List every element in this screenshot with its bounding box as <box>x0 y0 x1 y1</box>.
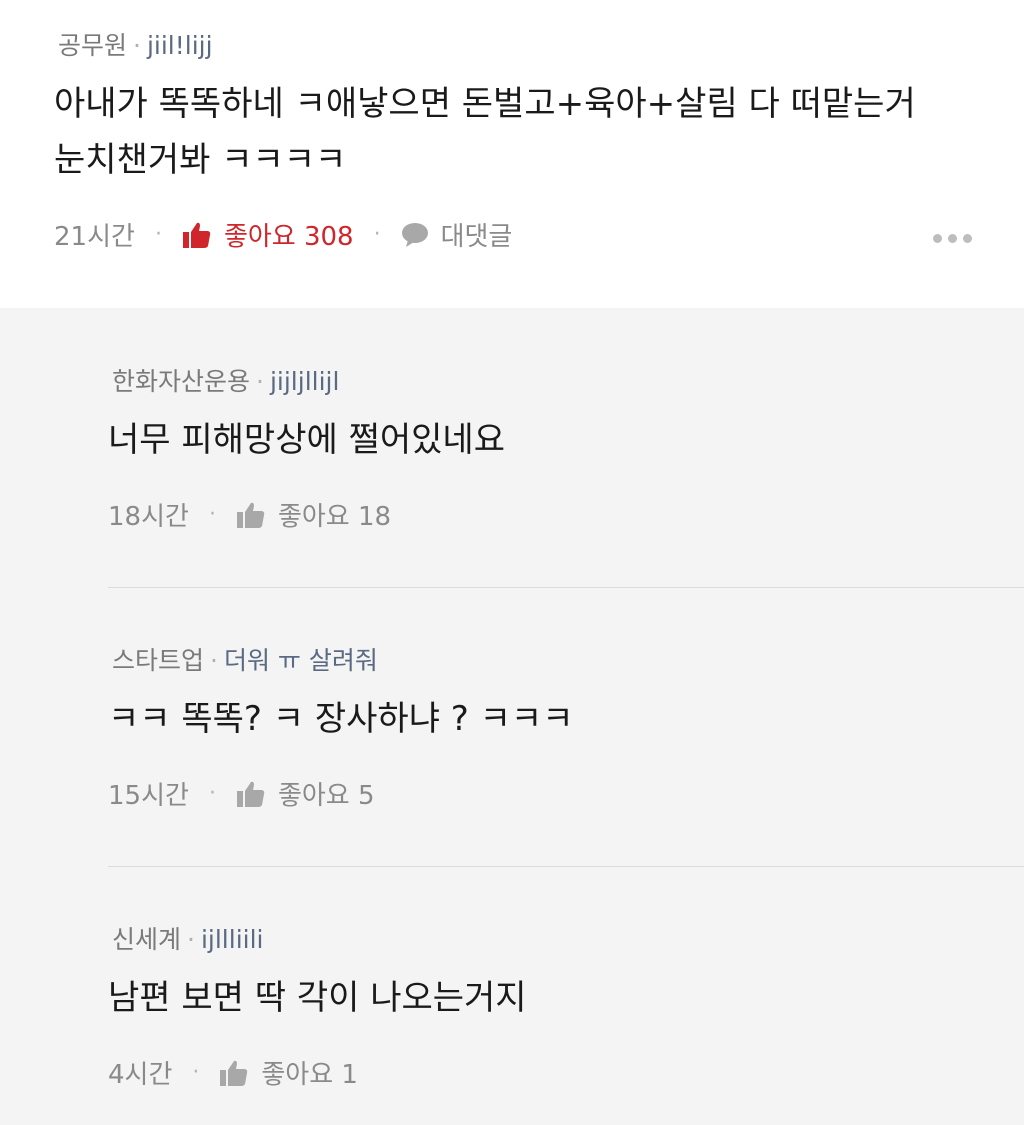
thumbs-up-icon <box>220 1060 248 1086</box>
comment-actions: 21시간 · 좋아요 308 · 대댓글 <box>54 216 512 253</box>
comment-text-line-1: 아내가 똑똑하네 ㅋ애낳으면 돈벌고+육아+살림 다 떠맡는거 <box>54 84 916 124</box>
thumbs-up-icon <box>182 222 211 248</box>
top-comment: 공무원 · jiil!lijj 아내가 똑똑하네 ㅋ애낳으면 돈벌고+육아+살림 다… <box>0 0 1024 308</box>
like-count: 좋아요 1 <box>261 1060 358 1090</box>
divider <box>108 866 1024 867</box>
reply-label: 대댓글 <box>440 222 513 252</box>
comment-actions: 18시간 · 좋아요 18 <box>108 496 391 533</box>
comment-actions: 15시간 · 좋아요 5 <box>108 775 375 812</box>
comment-time: 21시간 <box>54 222 135 252</box>
action-separator: · <box>373 222 381 247</box>
comment-text: 아내가 똑똑하네 ㅋ애낳으면 돈벌고+육아+살림 다 떠맡는거 눈치챈거봐 ㅋㅋ… <box>54 76 916 188</box>
more-dot <box>948 234 957 243</box>
action-separator: · <box>208 781 216 806</box>
comment-text: 너무 피해망상에 쩔어있네요 <box>108 420 505 460</box>
thumbs-up-icon <box>236 781 265 807</box>
like-count: 좋아요 5 <box>277 781 375 811</box>
comment-meta: 신세계 · ijllliili <box>112 920 263 956</box>
meta-separator: · <box>256 367 264 396</box>
company-name: 스타트업 <box>112 646 205 675</box>
comment-time: 4시간 <box>108 1060 173 1090</box>
like-button[interactable]: 좋아요 18 <box>236 496 391 533</box>
comment-text-line-2: 눈치챈거봐 ㅋㅋㅋㅋ <box>54 140 347 180</box>
speech-bubble-icon <box>401 222 428 247</box>
more-options-button[interactable] <box>933 234 972 243</box>
more-horizontal-icon <box>933 234 942 243</box>
reply-button[interactable]: 대댓글 <box>401 216 513 253</box>
nickname[interactable]: ijllliili <box>201 925 264 954</box>
like-count: 좋아요 308 <box>223 222 354 252</box>
comment-text: 남편 보면 딱 각이 나오는거지 <box>108 978 527 1018</box>
company-name: 신세계 <box>112 925 182 954</box>
nickname[interactable]: 더워 ㅠ 살려줘 <box>224 646 378 675</box>
comment-meta: 한화자산운용 · jijljllijl <box>112 362 339 398</box>
comment-time: 15시간 <box>108 781 189 811</box>
like-button[interactable]: 좋아요 1 <box>219 1054 358 1091</box>
company-name: 공무원 <box>58 31 128 60</box>
action-separator: · <box>208 502 216 527</box>
comment-meta: 공무원 · jiil!lijj <box>58 26 213 62</box>
action-separator: · <box>192 1060 200 1085</box>
thumbs-up-icon <box>236 502 265 528</box>
action-separator: · <box>154 222 162 247</box>
company-name: 한화자산운용 <box>112 367 251 396</box>
like-button[interactable]: 좋아요 5 <box>236 775 375 812</box>
meta-separator: · <box>187 925 195 954</box>
meta-separator: · <box>133 31 141 60</box>
like-count: 좋아요 18 <box>277 502 392 532</box>
nickname[interactable]: jiil!lijj <box>147 31 213 60</box>
comment-text: ㅋㅋ 똑똑? ㅋ 장사하냐 ? ㅋㅋㅋ <box>108 699 574 739</box>
comment-time: 18시간 <box>108 502 189 532</box>
comment-meta: 스타트업 · 더워 ㅠ 살려줘 <box>112 641 378 677</box>
more-dot <box>963 234 972 243</box>
nickname[interactable]: jijljllijl <box>270 367 339 396</box>
comment-actions: 4시간 · 좋아요 1 <box>108 1054 358 1091</box>
like-button[interactable]: 좋아요 308 <box>182 216 354 253</box>
meta-separator: · <box>210 646 218 675</box>
divider <box>108 587 1024 588</box>
